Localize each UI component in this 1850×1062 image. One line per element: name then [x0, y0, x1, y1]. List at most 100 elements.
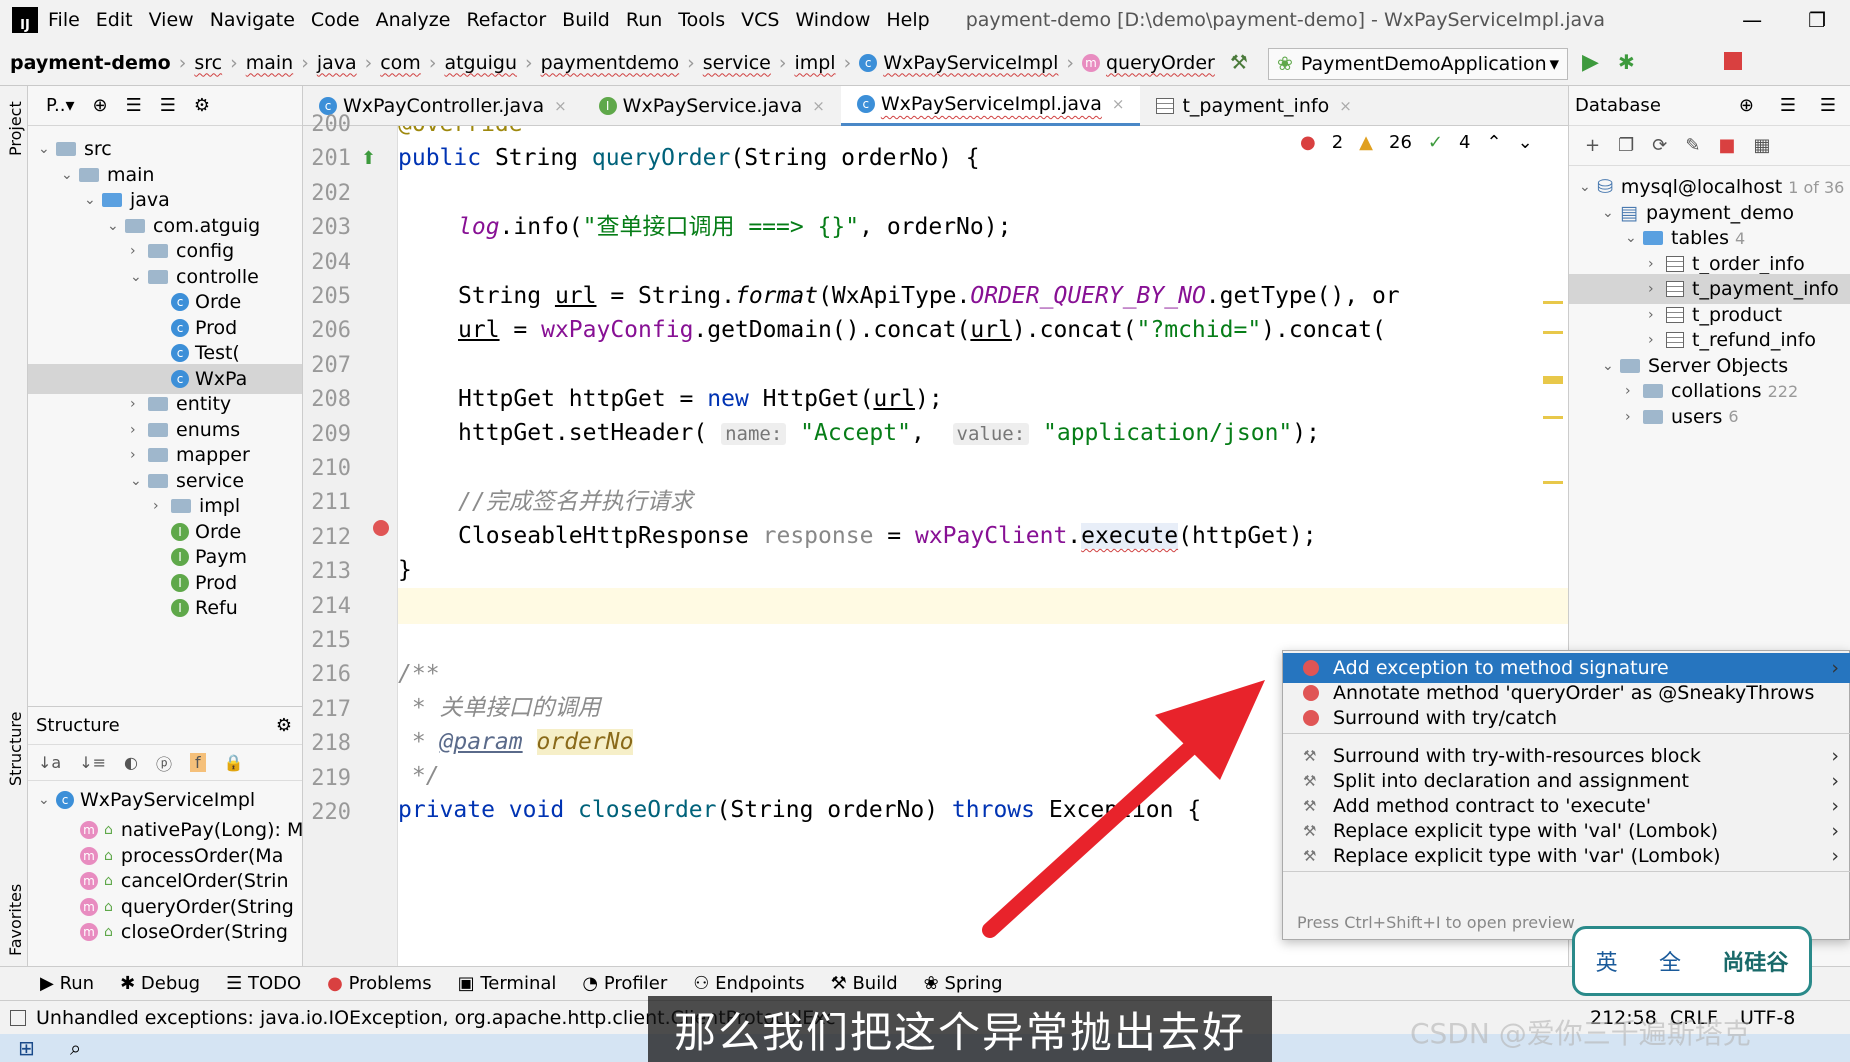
ime-fullwidth[interactable]: 全 — [1659, 945, 1681, 977]
crumb-class[interactable]: WxPayServiceImpl — [883, 52, 1058, 74]
tab-t-payment-info[interactable]: t_payment_info × — [1140, 86, 1367, 126]
chevron-icon[interactable]: ⌄ — [130, 473, 148, 489]
chevron-icon[interactable]: › — [1625, 409, 1643, 425]
chevron-icon[interactable]: ⌄ — [61, 167, 79, 183]
project-tool-tab[interactable]: Project — [6, 101, 25, 156]
intention-item[interactable]: ⚒ Replace explicit type with 'var' (Lombo… — [1283, 841, 1850, 871]
show-properties-icon[interactable]: ⓟ — [156, 751, 172, 775]
minimize-icon[interactable]: — — [1742, 8, 1762, 32]
chevron-icon[interactable]: ⌄ — [130, 269, 148, 285]
toolwindow-problems[interactable]: ● Problems — [327, 973, 431, 994]
close-icon[interactable]: × — [1112, 95, 1125, 113]
menu-vcs[interactable]: VCS — [741, 9, 779, 31]
submenu-arrow-icon[interactable]: › — [1831, 770, 1839, 792]
intention-item[interactable]: Surround with try/catch — [1283, 703, 1850, 733]
menu-code[interactable]: Code — [311, 9, 360, 31]
menu-run[interactable]: Run — [626, 9, 662, 31]
menu-tools[interactable]: Tools — [678, 9, 725, 31]
editor-gutter[interactable]: 200 201 202 203 204 205 206 207 208 209 210 211 212 2… — [303, 112, 398, 966]
crumb-service[interactable]: service — [703, 52, 771, 74]
project-tree-item[interactable]: I Refu — [153, 593, 238, 623]
show-inherited-icon[interactable]: ◐ — [124, 753, 138, 772]
close-icon[interactable]: × — [1339, 97, 1352, 115]
run-configuration-select[interactable]: ❀ PaymentDemoApplication ▾ — [1268, 48, 1568, 80]
structure-member[interactable]: m ⌂ closeOrder(String — [80, 917, 288, 947]
crumb-com[interactable]: com — [380, 52, 421, 74]
chevron-icon[interactable]: ⌄ — [1602, 358, 1620, 374]
sort-visibility-icon[interactable]: ↓≡ — [79, 753, 106, 772]
search-icon[interactable]: ⌕ — [70, 1036, 81, 1060]
favorites-tool-tab[interactable]: Favorites — [6, 884, 25, 956]
stop-icon[interactable] — [1724, 52, 1742, 70]
crumb-java[interactable]: java — [317, 52, 357, 74]
chevron-icon[interactable]: › — [1648, 256, 1666, 272]
table-view-icon[interactable]: ▦ — [1753, 135, 1770, 156]
chevron-icon[interactable]: ⌄ — [84, 192, 102, 208]
toolwindow-terminal[interactable]: ▣ Terminal — [458, 973, 557, 994]
menu-navigate[interactable]: Navigate — [210, 9, 295, 31]
error-bulb-icon[interactable] — [373, 520, 389, 536]
gear-icon[interactable]: ⚙ — [194, 95, 210, 116]
menu-edit[interactable]: Edit — [96, 9, 133, 31]
crumb-atguigu[interactable]: atguigu — [444, 52, 517, 74]
gear-icon[interactable]: ⚙ — [276, 715, 292, 736]
copy-icon[interactable]: ❐ — [1618, 135, 1634, 156]
close-icon[interactable]: × — [554, 97, 567, 115]
chevron-icon[interactable]: › — [130, 396, 148, 412]
toolwindow-spring[interactable]: ❀ Spring — [924, 973, 1003, 994]
crumb-impl[interactable]: impl — [794, 52, 835, 74]
toolwindow-build[interactable]: ⚒ Build — [831, 973, 898, 994]
run-icon[interactable]: ▶ — [1582, 50, 1599, 75]
expand-all-icon[interactable]: ☰ — [1780, 95, 1796, 116]
submenu-arrow-icon[interactable]: › — [1831, 795, 1839, 817]
inspection-widget[interactable]: ● 2 ▲ 26 ✓ 4 ⌃ ⌄ — [1300, 132, 1533, 153]
crumb-project[interactable]: payment-demo — [10, 52, 171, 74]
menu-file[interactable]: File — [48, 9, 80, 31]
toolwindow-endpoints[interactable]: ⚇ Endpoints — [693, 973, 804, 994]
tab-wxpayservice[interactable]: I WxPayService.java × — [583, 86, 841, 126]
edit-icon[interactable]: ✎ — [1685, 135, 1700, 156]
menu-build[interactable]: Build — [562, 9, 610, 31]
chevron-icon[interactable]: ⌄ — [107, 218, 125, 234]
chevron-icon[interactable]: › — [1648, 332, 1666, 348]
show-non-public-icon[interactable]: 🔒 — [224, 753, 244, 772]
toolwindow-debug[interactable]: ✱ Debug — [120, 973, 200, 994]
project-view-selector[interactable]: P..▾ — [46, 95, 75, 116]
debug-icon[interactable]: ✱ — [1618, 50, 1635, 74]
toolwindow-profiler[interactable]: ◔ Profiler — [582, 973, 667, 994]
add-icon[interactable]: + — [1585, 135, 1600, 156]
chevron-icon[interactable]: ⌄ — [1579, 179, 1597, 195]
crumb-src[interactable]: src — [194, 52, 222, 74]
crumb-method[interactable]: queryOrder — [1106, 52, 1215, 74]
show-fields-icon[interactable]: f — [190, 753, 206, 772]
submenu-arrow-icon[interactable]: › — [1831, 657, 1839, 679]
menu-window[interactable]: Window — [795, 9, 870, 31]
stop-icon[interactable]: ■ — [1718, 135, 1735, 156]
close-icon[interactable]: × — [812, 97, 825, 115]
ime-lang[interactable]: 英 — [1596, 945, 1618, 977]
chevron-icon[interactable]: › — [153, 498, 171, 514]
submenu-arrow-icon[interactable]: › — [1831, 820, 1839, 842]
build-hammer-icon[interactable]: ⚒ — [1230, 50, 1248, 74]
structure-tool-tab[interactable]: Structure — [6, 712, 25, 786]
crumb-main[interactable]: main — [246, 52, 293, 74]
chevron-icon[interactable]: › — [130, 422, 148, 438]
chevron-icon[interactable]: › — [1625, 383, 1643, 399]
tab-wxpayserviceimpl[interactable]: c WxPayServiceImpl.java × — [840, 85, 1141, 126]
locate-icon[interactable]: ⊕ — [93, 95, 108, 116]
chevron-icon[interactable]: ⌄ — [1602, 205, 1620, 221]
menu-help[interactable]: Help — [886, 9, 929, 31]
submenu-arrow-icon[interactable]: › — [1831, 845, 1839, 867]
database-tree-item[interactable]: › users 6 — [1625, 402, 1739, 432]
menu-analyze[interactable]: Analyze — [376, 9, 451, 31]
implements-method-icon[interactable]: ⬆ — [361, 148, 376, 169]
chevron-icon[interactable]: › — [1648, 281, 1666, 297]
chevron-up-icon[interactable]: ⌃ — [1486, 132, 1501, 153]
chevron-icon[interactable]: ⌄ — [38, 141, 56, 157]
chevron-icon[interactable]: ⌄ — [1625, 230, 1643, 246]
structure-root[interactable]: ⌄ c WxPayServiceImpl — [38, 785, 255, 815]
maximize-icon[interactable]: ❐ — [1808, 8, 1826, 32]
status-toggle-icon[interactable] — [10, 1009, 26, 1026]
crumb-paymentdemo[interactable]: paymentdemo — [541, 52, 680, 74]
toolwindow-todo[interactable]: ☰ TODO — [226, 973, 301, 994]
